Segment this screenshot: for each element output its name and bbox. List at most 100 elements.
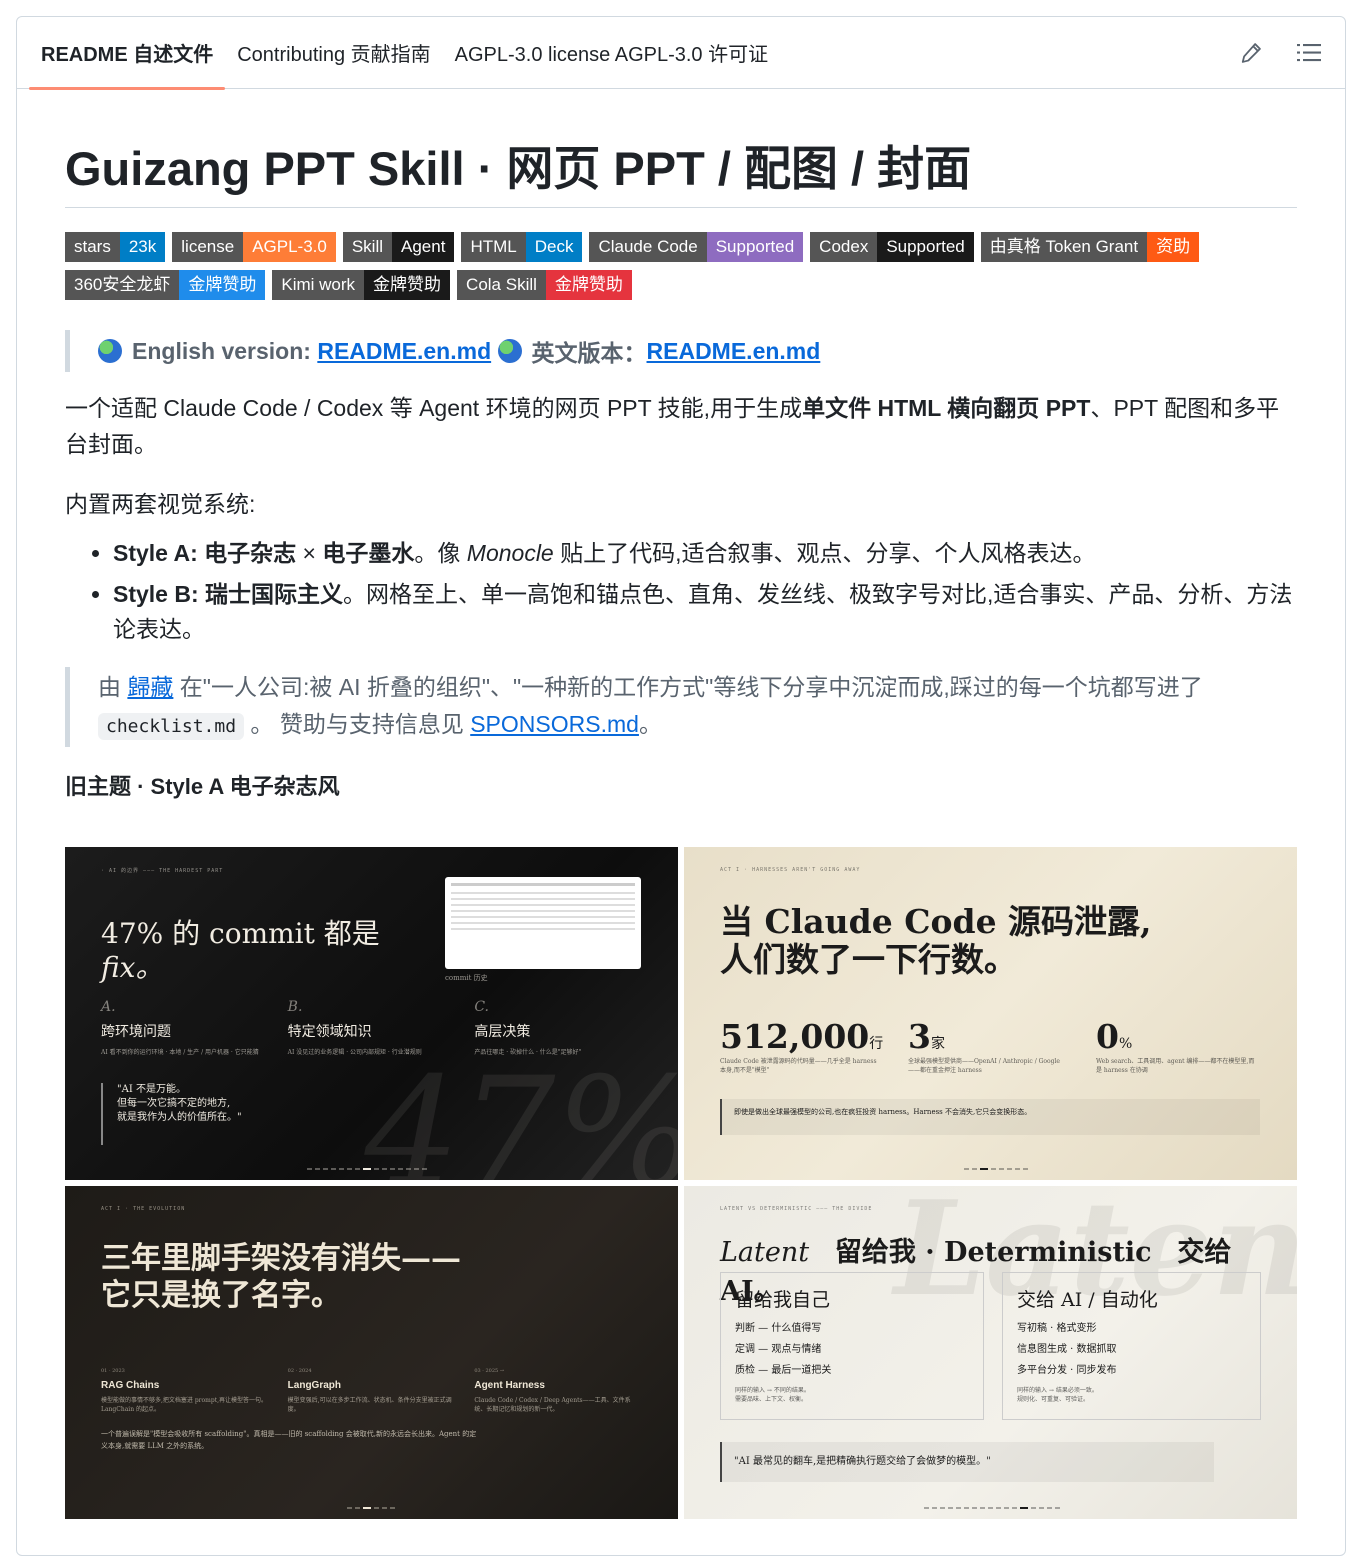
slide-pager <box>964 1168 1028 1170</box>
style-name: Style B: <box>113 581 199 608</box>
stat: 0% Web search、工具调用、agent 编排——都不在模型里,而是 h… <box>1096 1017 1260 1074</box>
badge[interactable]: stars 23k <box>65 232 166 263</box>
edit-button[interactable] <box>1237 39 1265 67</box>
card-item: 写初稿 · 格式变形 <box>1017 1323 1097 1334</box>
thumb-caption: commit 历史 <box>445 974 488 982</box>
card-item: 多平台分发 · 同步发布 <box>1017 1365 1117 1376</box>
badge-label: HTML <box>461 232 526 263</box>
stat: 512,000行 Claude Code 被泄露源码的代码量——几乎全是 har… <box>720 1017 884 1074</box>
column: A. 跨环境问题 AI 看不到你的运行环境 · 本地 / 生产 / 用户机器 ·… <box>101 999 268 1056</box>
intro-text: 一个适配 Claude Code / Codex 等 Agent 环境的网页 P… <box>65 395 803 422</box>
badge-value: Supported <box>706 232 804 263</box>
slide-note: 即使是做出全球最强模型的公司,也在疯狂投资 harness。Harness 不会… <box>720 1099 1260 1135</box>
theme-heading: 旧主题 · Style A 电子杂志风 <box>65 774 340 800</box>
col-title: RAG Chains <box>101 1380 160 1391</box>
badge-value: AGPL-3.0 <box>243 232 336 263</box>
stat-desc: Web search、工具调用、agent 编排——都不在模型里,而是 harn… <box>1096 1058 1255 1074</box>
col-letter: B. <box>287 999 303 1015</box>
slide-preview-latent[interactable]: Laten LATENT VS DETERMINISTIC ——— THE DI… <box>684 1186 1297 1519</box>
stat-number: 512,000 <box>720 1017 870 1056</box>
english-mid: 英文版本： <box>531 340 647 367</box>
left-card: 留给我自己 判断 — 什么值得写 定调 — 观点与情绪 质检 — 最后一道把关 … <box>720 1272 984 1420</box>
slide-note: 一个普遍误解是"模型会吸收所有 scaffolding"。真相是——旧的 sca… <box>101 1430 477 1450</box>
col-title: LangGraph <box>287 1380 342 1391</box>
column: 03 · 2025 → Agent Harness Claude Code / … <box>474 1368 641 1413</box>
stat-unit: % <box>1118 1036 1133 1052</box>
slide-preview-commit[interactable]: · AI 的边界 ——— THE HARDEST PART commit 历史 … <box>65 847 678 1180</box>
outline-button[interactable] <box>1295 39 1323 67</box>
slide-meta: ACT I · HARNESSES AREN'T GOING AWAY <box>720 867 861 873</box>
stat-desc: 全球最强模型提供商——OpenAI / Anthropic / Google —… <box>908 1058 1060 1074</box>
slide-headline: 47% 的 commit 都是 fix。 <box>101 917 380 985</box>
english-version-note: English version: README.en.md 英文版本： READ… <box>65 330 1297 373</box>
page-title: Guizang PPT Skill · 网页 PPT / 配图 / 封面 <box>65 89 1297 209</box>
column: 01 · 2023 RAG Chains 模型能做的事情不够多,把文档塞进 pr… <box>101 1368 268 1413</box>
slide-preview-claude-code[interactable]: ACT I · HARNESSES AREN'T GOING AWAY 当 Cl… <box>684 847 1297 1180</box>
card-item: 质检 — 最后一道把关 <box>735 1365 832 1376</box>
style-text: 。像 <box>414 540 467 567</box>
systems-heading: 内置两套视觉系统: <box>65 491 256 518</box>
stat-number: 0 <box>1096 1017 1119 1056</box>
card-item: 信息图生成 · 数据抓取 <box>1017 1344 1117 1355</box>
badge-label: 由真格 Token Grant <box>980 232 1148 263</box>
readme-body: Guizang PPT Skill · 网页 PPT / 配图 / 封面 sta… <box>17 89 1345 801</box>
col-tag: 03 · 2025 → <box>474 1368 504 1374</box>
badge[interactable]: license AGPL-3.0 <box>172 232 336 263</box>
badge[interactable]: Claude Code Supported <box>589 232 804 263</box>
style-text-2: 贴上了代码,适合叙事、观点、分享、个人风格表达。 <box>553 540 1096 567</box>
badge[interactable]: 由真格 Token Grant 资助 <box>980 232 1200 263</box>
readme-en-link[interactable]: README.en.md <box>317 338 491 365</box>
credit-text-3: 。 赞助与支持信息见 <box>244 711 471 738</box>
badge-value: 23k <box>119 232 166 263</box>
style-bold: 瑞士国际主义 <box>205 581 344 608</box>
badge-label: stars <box>65 232 120 263</box>
stat-unit: 家 <box>930 1036 945 1052</box>
col-desc: 模型能做的事情不够多,把文档塞进 prompt,再让模型答一句。LangChai… <box>101 1397 267 1413</box>
sponsors-link[interactable]: SPONSORS.md <box>470 711 639 737</box>
style-x: × <box>296 540 323 567</box>
badge-label: Skill <box>342 232 393 263</box>
headline-italic: fix。 <box>101 951 164 984</box>
badge-value: 金牌赞助 <box>179 270 266 301</box>
card-items: 写初稿 · 格式变形 信息图生成 · 数据抓取 多平台分发 · 同步发布 <box>1017 1318 1246 1381</box>
intro-bold: 单文件 HTML 横向翻页 PPT <box>802 395 1091 422</box>
tab-readme[interactable]: README 自述文件 <box>29 17 226 90</box>
style-italic: Monocle <box>466 540 554 567</box>
stat-desc: Claude Code 被泄露源码的代码量——几乎全是 harness 本身,而… <box>720 1058 877 1074</box>
tab-license[interactable]: AGPL-3.0 license AGPL-3.0 许可证 <box>443 17 780 89</box>
slide-meta: LATENT VS DETERMINISTIC ——— THE DIVIDE <box>720 1206 873 1212</box>
list-item: Style A: 电子杂志 × 电子墨水。像 Monocle 贴上了代码,适合叙… <box>113 536 1297 571</box>
badge-value: 金牌赞助 <box>545 270 632 301</box>
slide-pager <box>307 1168 427 1170</box>
col-desc: Claude Code / Codex / Deep Agents——工具、文件… <box>474 1397 631 1413</box>
style-name: Style A: <box>113 540 198 567</box>
credit-text: 由 <box>98 674 128 701</box>
credit-text-4: 。 <box>638 711 662 738</box>
right-card: 交给 AI / 自动化 写初稿 · 格式变形 信息图生成 · 数据抓取 多平台分… <box>1002 1272 1261 1420</box>
badge-value: 资助 <box>1147 232 1200 263</box>
pencil-icon <box>1241 43 1261 63</box>
badge[interactable]: 360安全龙虾 金牌赞助 <box>65 270 266 301</box>
badge[interactable]: Codex Supported <box>810 232 974 263</box>
col-tag: 02 · 2024 <box>287 1368 312 1374</box>
badge-label: license <box>172 232 244 263</box>
slide-preview-scaffolding[interactable]: ACT I · THE EVOLUTION 三年里脚手架没有消失—— 它只是换了… <box>65 1186 678 1519</box>
headline-text: 47% 的 commit 都是 <box>101 917 380 950</box>
badge[interactable]: Kimi work 金牌赞助 <box>272 270 451 301</box>
badge[interactable]: Skill Agent <box>342 232 455 263</box>
slide-headline: 三年里脚手架没有消失—— 它只是换了名字。 <box>101 1241 461 1313</box>
badge[interactable]: Cola Skill 金牌赞助 <box>457 270 632 301</box>
headline-italic: Latent <box>720 1237 810 1268</box>
slide-columns: 01 · 2023 RAG Chains 模型能做的事情不够多,把文档塞进 pr… <box>101 1368 641 1413</box>
readme-en-link-2[interactable]: README.en.md <box>647 338 821 365</box>
author-link[interactable]: 歸藏 <box>127 674 173 700</box>
card-title: 交给 AI / 自动化 <box>1017 1289 1158 1311</box>
tab-contributing[interactable]: Contributing 贡献指南 <box>225 17 442 89</box>
checklist-code: checklist.md <box>98 713 245 741</box>
badge[interactable]: HTML Deck <box>461 232 583 263</box>
card-title: 留给我自己 <box>735 1289 831 1311</box>
slide-pager <box>924 1507 1060 1509</box>
style-bold: 电子杂志 <box>204 540 297 567</box>
list-icon <box>1297 44 1321 62</box>
card-items: 判断 — 什么值得写 定调 — 观点与情绪 质检 — 最后一道把关 <box>735 1318 969 1381</box>
